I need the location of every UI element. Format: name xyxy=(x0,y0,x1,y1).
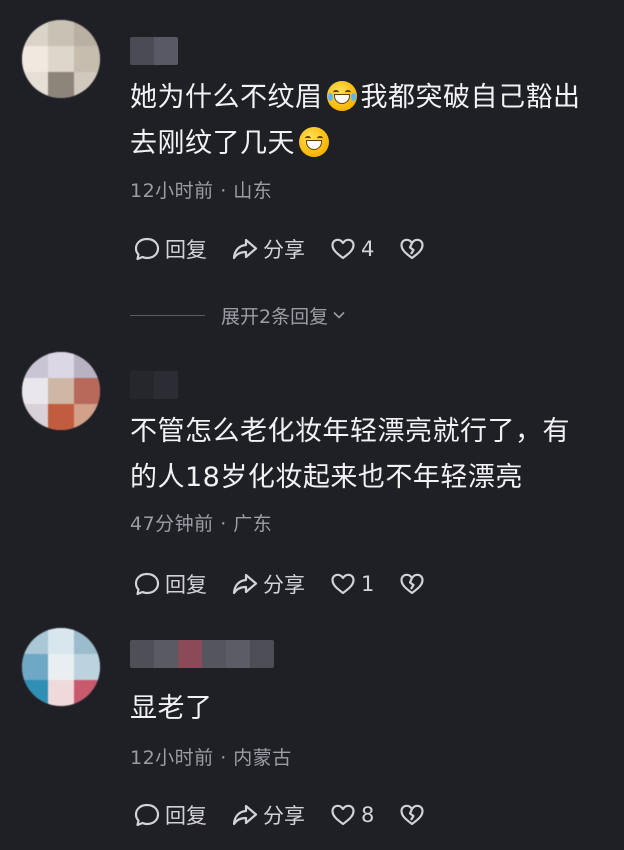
reply-button[interactable]: 回复 xyxy=(133,569,207,599)
dislike-button[interactable] xyxy=(398,801,430,829)
share-arrow-icon xyxy=(232,804,258,826)
comment-text: 显老了 xyxy=(130,686,600,732)
like-button[interactable]: 4 xyxy=(329,235,374,263)
heart-icon xyxy=(331,573,355,595)
share-arrow-icon xyxy=(232,238,258,260)
reply-button[interactable]: 回复 xyxy=(133,800,207,830)
grinning-emoji-icon xyxy=(299,127,329,157)
expand-replies-label: 展开2条回复 xyxy=(221,305,329,328)
share-label: 分享 xyxy=(263,804,305,828)
comment-text-line: 不管怎么老化妆年轻漂亮就行了，有 xyxy=(130,416,570,447)
dislike-button[interactable] xyxy=(398,235,430,263)
comment-actions: 回复 分享 4 xyxy=(133,232,454,266)
like-count: 4 xyxy=(361,237,375,261)
comment-text-line: 显老了 xyxy=(130,693,213,724)
comment-section: 她为什么不纹眉 我都突破自己豁出 去刚纹了几天 12小时前 · 山东 回复 分享 … xyxy=(0,0,624,850)
share-arrow-icon xyxy=(232,573,258,595)
comment-item: 不管怎么老化妆年轻漂亮就行了，有 的人18岁化妆起来也不年轻漂亮 47分钟前 ·… xyxy=(0,345,624,615)
comment-actions: 回复 分享 8 xyxy=(133,798,454,832)
heart-icon xyxy=(331,238,355,260)
like-button[interactable]: 8 xyxy=(329,801,374,829)
comment-text: 不管怎么老化妆年轻漂亮就行了，有 的人18岁化妆起来也不年轻漂亮 xyxy=(130,409,600,501)
share-button[interactable]: 分享 xyxy=(231,569,305,599)
username-blurred[interactable] xyxy=(130,371,180,399)
expand-replies-button[interactable]: 展开2条回复 xyxy=(130,300,346,330)
share-button[interactable]: 分享 xyxy=(231,800,305,830)
share-label: 分享 xyxy=(263,238,305,262)
laughing-tears-emoji-icon xyxy=(326,81,357,111)
comment-text-line: 的人18岁化妆起来也不年轻漂亮 xyxy=(130,462,523,493)
share-label: 分享 xyxy=(263,573,305,597)
broken-heart-icon xyxy=(400,573,424,595)
like-count: 8 xyxy=(361,803,375,827)
reply-bubble-icon xyxy=(134,237,160,261)
avatar[interactable] xyxy=(22,352,100,430)
comment-meta: 12小时前 · 山东 xyxy=(130,180,273,202)
comment-text-part: 她为什么不纹眉 xyxy=(130,82,323,113)
broken-heart-icon xyxy=(400,238,424,260)
reply-bubble-icon xyxy=(134,803,160,827)
reply-label: 回复 xyxy=(165,238,207,262)
broken-heart-icon xyxy=(400,804,424,826)
reply-label: 回复 xyxy=(165,573,207,597)
share-button[interactable]: 分享 xyxy=(231,234,305,264)
comment-actions: 回复 分享 1 xyxy=(133,567,454,601)
like-button[interactable]: 1 xyxy=(329,570,374,598)
avatar[interactable] xyxy=(22,20,100,98)
comment-text-part: 我都突破自己豁出 xyxy=(360,82,581,113)
dislike-button[interactable] xyxy=(398,570,430,598)
username-blurred[interactable] xyxy=(130,37,178,65)
comment-item: 她为什么不纹眉 我都突破自己豁出 去刚纹了几天 12小时前 · 山东 回复 分享 … xyxy=(0,0,624,290)
username-blurred[interactable] xyxy=(130,640,274,668)
like-count: 1 xyxy=(361,572,375,596)
reply-label: 回复 xyxy=(165,804,207,828)
divider-line xyxy=(130,314,205,316)
comment-meta: 12小时前 · 内蒙古 xyxy=(130,747,292,769)
reply-button[interactable]: 回复 xyxy=(133,234,207,264)
comment-text-part: 去刚纹了几天 xyxy=(130,128,295,159)
comment-meta: 47分钟前 · 广东 xyxy=(130,513,273,535)
avatar[interactable] xyxy=(22,628,100,706)
comment-item: 显老了 12小时前 · 内蒙古 回复 分享 8 xyxy=(0,620,624,850)
reply-bubble-icon xyxy=(134,572,160,596)
chevron-down-icon xyxy=(333,311,345,319)
comment-text: 她为什么不纹眉 我都突破自己豁出 去刚纹了几天 xyxy=(130,75,600,167)
heart-icon xyxy=(331,804,355,826)
